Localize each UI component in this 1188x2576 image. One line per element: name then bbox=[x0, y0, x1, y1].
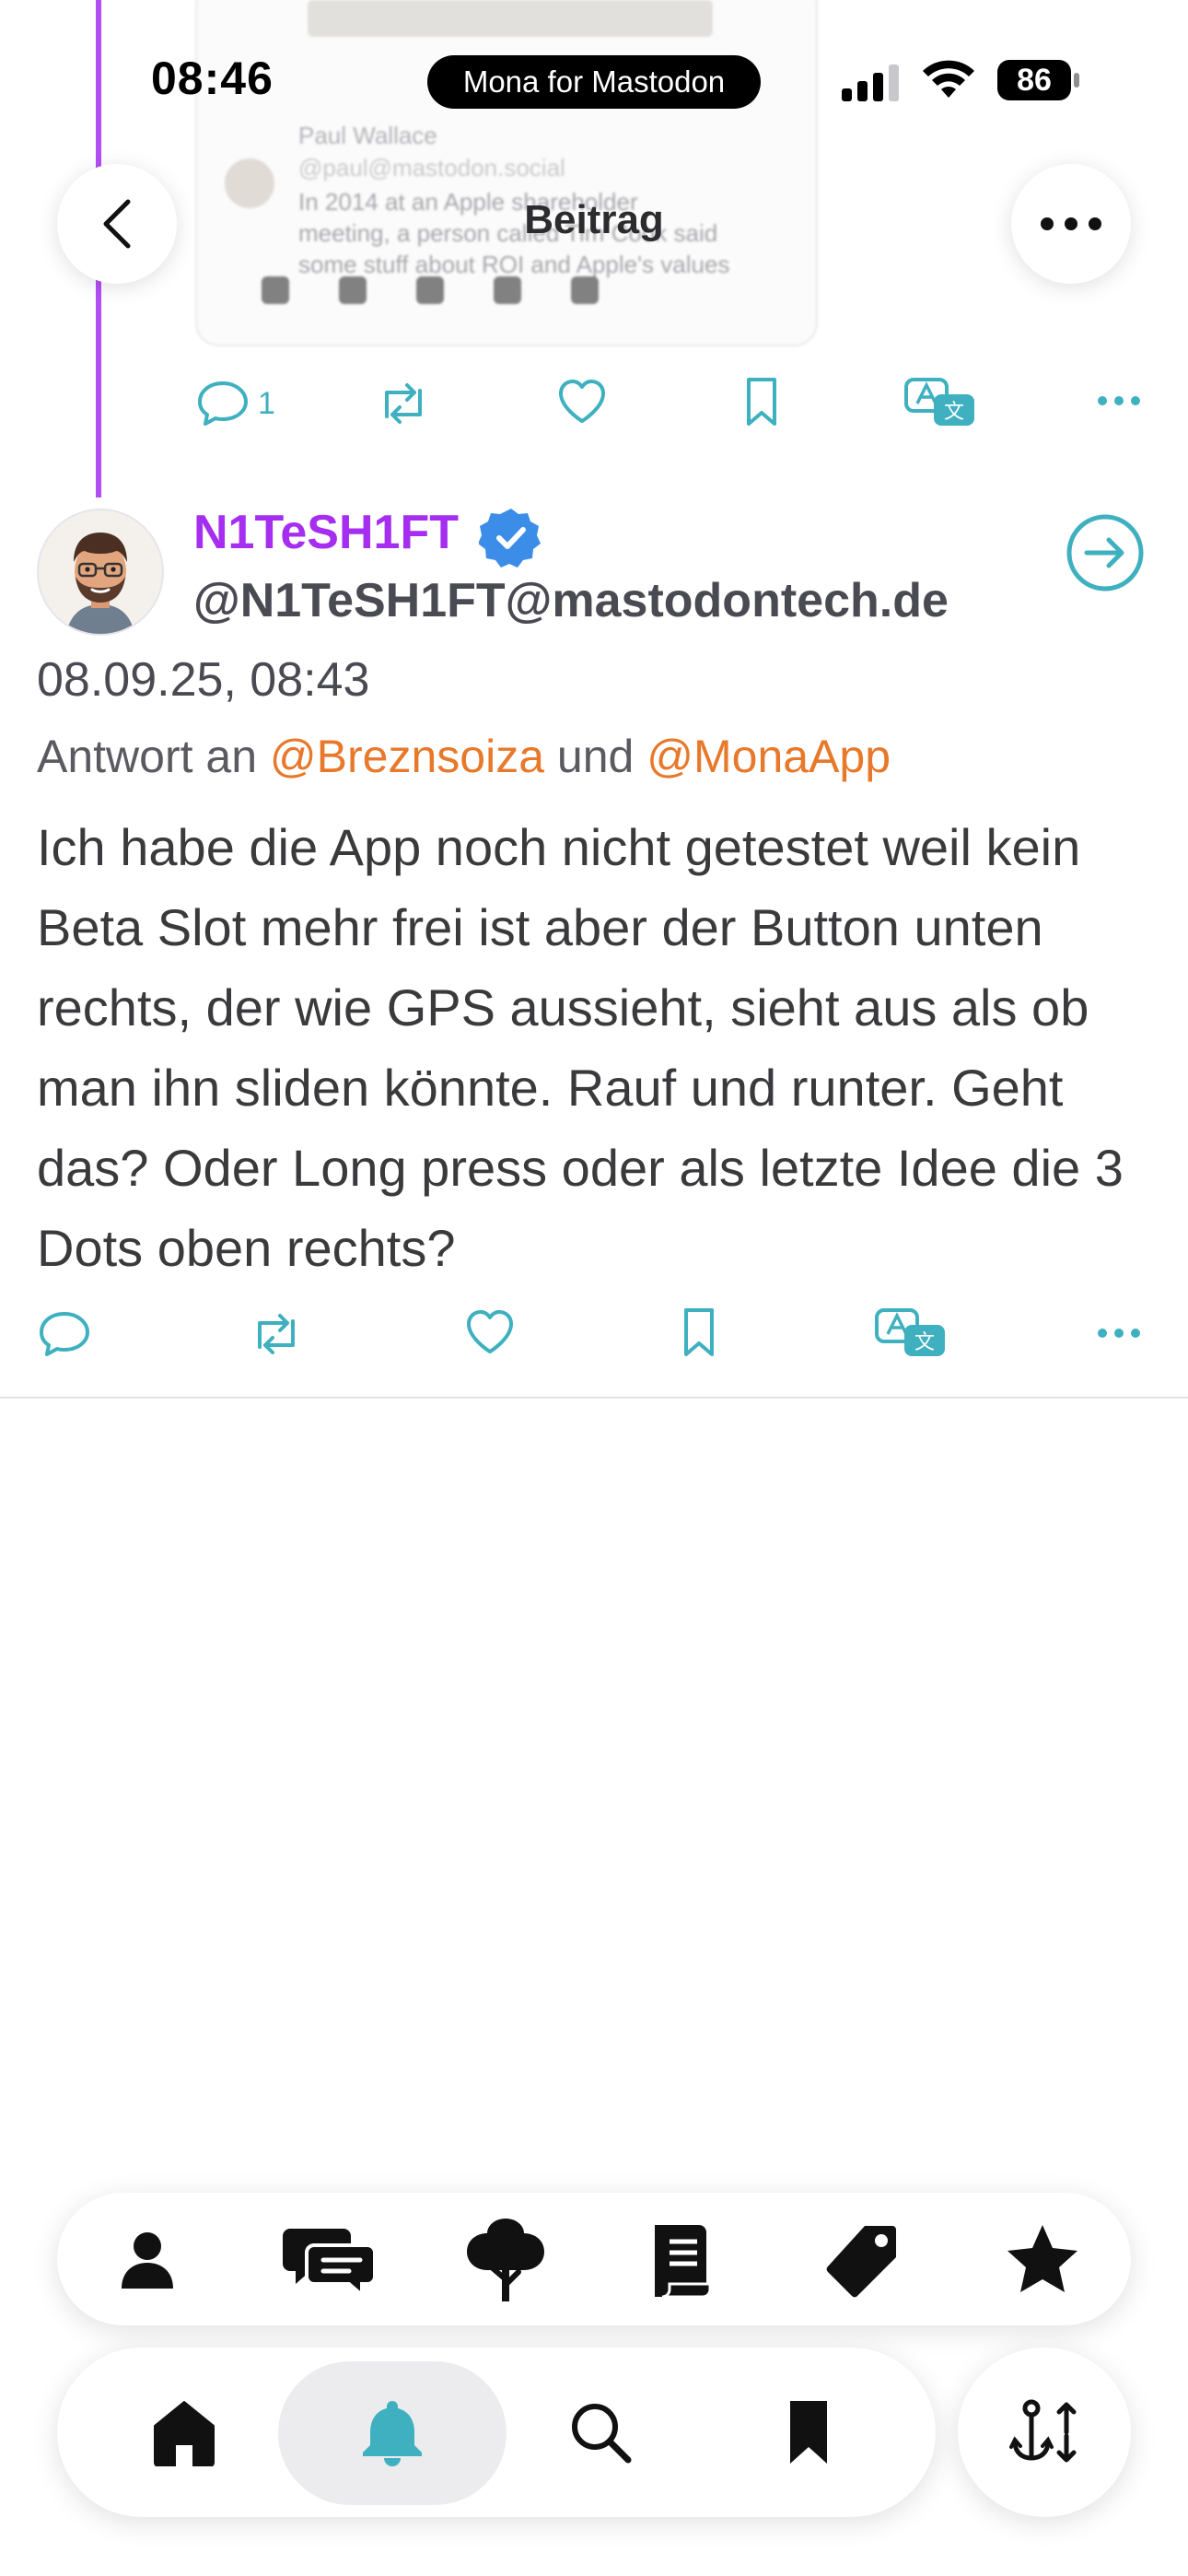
post-content: Ich habe die App noch nicht getestet wei… bbox=[37, 818, 1124, 1277]
arrow-right-circle-icon bbox=[1066, 514, 1144, 591]
avatar[interactable] bbox=[37, 509, 164, 636]
ellipsis-icon bbox=[1041, 217, 1101, 230]
scroll-icon bbox=[655, 2225, 712, 2299]
open-profile-button[interactable] bbox=[1065, 512, 1146, 598]
prev-reply-button[interactable]: 1 bbox=[195, 378, 275, 429]
dynamic-island-app-label: Mona for Mastodon bbox=[427, 55, 761, 109]
reply-bubble-icon bbox=[40, 1312, 89, 1356]
page-title: Beitrag bbox=[524, 197, 664, 242]
memoji-avatar-icon bbox=[39, 510, 162, 634]
boost-icon bbox=[258, 1314, 295, 1354]
heart-icon bbox=[467, 1310, 513, 1353]
bell-icon bbox=[363, 2401, 422, 2466]
preview-tab bbox=[571, 276, 599, 304]
reply-to-line: Antwort an @Breznsoiza und @MonaApp bbox=[37, 730, 891, 783]
battery-icon: 86 bbox=[996, 59, 1081, 101]
svg-text:文: 文 bbox=[944, 401, 964, 424]
cellular-signal-icon bbox=[842, 63, 901, 101]
wifi-icon bbox=[923, 60, 974, 98]
reply-count: 1 bbox=[258, 385, 275, 421]
trends-button[interactable] bbox=[455, 2215, 556, 2303]
reply-button[interactable] bbox=[37, 1308, 92, 1360]
bookmark-outline-icon bbox=[747, 378, 776, 426]
anchor-scroll-button[interactable] bbox=[958, 2348, 1131, 2517]
preview-tab bbox=[339, 276, 367, 304]
divider bbox=[0, 1397, 1188, 1399]
tree-icon bbox=[467, 2219, 544, 2301]
ellipsis-icon bbox=[1098, 1329, 1140, 1338]
prev-bookmark-button[interactable] bbox=[744, 376, 779, 427]
reply-prefix: Antwort an bbox=[37, 731, 270, 782]
more-options-button[interactable] bbox=[1011, 164, 1131, 284]
conversations-button[interactable] bbox=[278, 2220, 379, 2300]
preview-tab bbox=[416, 276, 444, 304]
anchor-arrows-icon bbox=[1009, 2399, 1077, 2463]
favorites-button[interactable] bbox=[996, 2217, 1089, 2301]
profile-button[interactable] bbox=[101, 2220, 193, 2300]
prev-boost-button[interactable] bbox=[374, 376, 433, 431]
secondary-toolbar bbox=[57, 2193, 1131, 2325]
author-handle[interactable]: @N1TeSH1FT@mastodontech.de bbox=[193, 573, 949, 628]
previous-post-preview-card[interactable]: Paul Wallace @paul@mastodon.social In 20… bbox=[195, 0, 818, 346]
prev-translate-button[interactable]: 文 bbox=[903, 376, 978, 431]
tab-notifications[interactable] bbox=[346, 2386, 438, 2478]
mention-link[interactable]: @MonaApp bbox=[646, 731, 891, 782]
search-icon bbox=[572, 2404, 632, 2464]
bookmark-button[interactable] bbox=[681, 1306, 716, 1358]
boost-icon bbox=[385, 383, 422, 424]
ellipsis-icon bbox=[1098, 396, 1140, 405]
tab-home[interactable] bbox=[138, 2386, 230, 2478]
post-more-button[interactable] bbox=[1096, 1327, 1142, 1340]
preview-handle: @paul@mastodon.social bbox=[298, 154, 565, 181]
mention-link[interactable]: @Breznsoiza bbox=[270, 731, 544, 782]
prev-more-button[interactable] bbox=[1096, 394, 1142, 407]
post-timestamp: 08.09.25, 08:43 bbox=[37, 653, 370, 707]
lists-button[interactable] bbox=[635, 2219, 728, 2301]
author-display-name[interactable]: N1TeSH1FT bbox=[193, 505, 459, 560]
verified-badge-icon bbox=[479, 509, 541, 568]
chat-bubbles-icon bbox=[283, 2229, 375, 2297]
tag-icon bbox=[826, 2226, 896, 2298]
bookmark-outline-icon bbox=[684, 1308, 714, 1356]
tab-bookmarks[interactable] bbox=[763, 2386, 855, 2478]
hashtags-button[interactable] bbox=[816, 2219, 908, 2301]
boost-button[interactable] bbox=[247, 1306, 306, 1362]
battery-level: 86 bbox=[1017, 63, 1052, 98]
preview-tab bbox=[262, 276, 289, 304]
status-time: 08:46 bbox=[151, 53, 274, 104]
preview-tab-strip bbox=[262, 260, 722, 321]
svg-text:文: 文 bbox=[914, 1331, 935, 1354]
reply-bubble-icon bbox=[198, 381, 248, 426]
translate-button[interactable]: 文 bbox=[873, 1306, 949, 1362]
reply-and: und bbox=[544, 731, 647, 782]
person-icon bbox=[122, 2232, 173, 2289]
translate-icon: 文 bbox=[875, 1308, 945, 1356]
preview-name: Paul Wallace bbox=[298, 122, 437, 149]
favorite-button[interactable] bbox=[464, 1308, 516, 1356]
bookmark-icon bbox=[790, 2401, 827, 2464]
preview-tab bbox=[494, 276, 521, 304]
prev-favorite-button[interactable] bbox=[556, 378, 608, 426]
translate-icon: 文 bbox=[904, 378, 974, 426]
heart-icon bbox=[559, 380, 605, 423]
home-icon bbox=[154, 2401, 215, 2466]
star-icon bbox=[1007, 2225, 1077, 2292]
preview-image bbox=[308, 0, 713, 37]
tab-search[interactable] bbox=[554, 2386, 646, 2478]
